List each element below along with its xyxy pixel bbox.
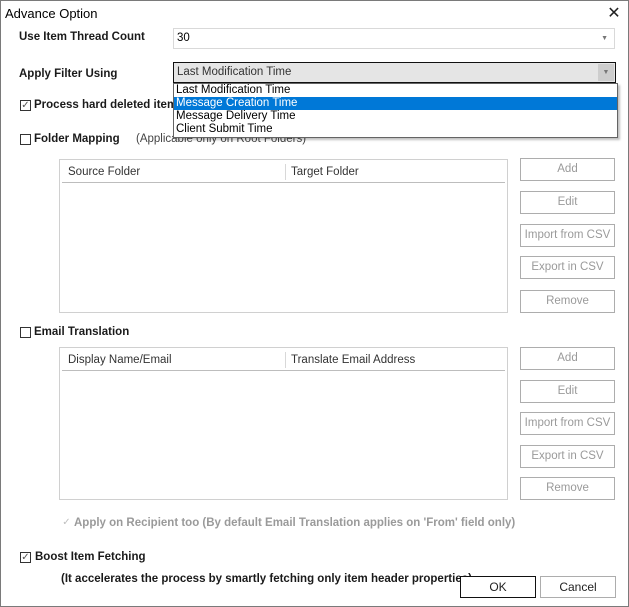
email-translation-checkbox[interactable] <box>20 327 31 338</box>
apply-filter-value: Last Modification Time <box>177 66 292 78</box>
thread-count-select[interactable]: 30 ▼ <box>173 28 615 49</box>
boost-label: Boost Item Fetching <box>35 551 146 563</box>
advance-option-dialog: Advance Option ✕ Use Item Thread Count 3… <box>0 0 629 607</box>
hard-deleted-label: Process hard deleted items <box>34 99 184 111</box>
folder-mapping-label: Folder Mapping <box>34 133 120 145</box>
folder-export-csv-button[interactable]: Export in CSV <box>520 256 615 279</box>
folder-edit-button[interactable]: Edit <box>520 191 615 214</box>
chevron-down-icon: ▼ <box>598 64 614 81</box>
email-translation-label: Email Translation <box>34 326 130 338</box>
grid-header: Source Folder Target Folder <box>62 162 505 183</box>
filter-option-client-submit-time[interactable]: Client Submit Time <box>174 123 617 136</box>
email-remove-button[interactable]: Remove <box>520 477 615 500</box>
boost-note: (It accelerates the process by smartly f… <box>61 573 472 585</box>
chevron-down-icon: ▼ <box>601 35 608 42</box>
thread-count-label: Use Item Thread Count <box>19 31 145 43</box>
filter-option-message-creation-time[interactable]: Message Creation Time <box>174 97 617 110</box>
column-translate-email-address[interactable]: Translate Email Address <box>285 350 505 370</box>
grid-header: Display Name/Email Translate Email Addre… <box>62 350 505 371</box>
dialog-title: Advance Option <box>5 6 98 21</box>
folder-mapping-checkbox[interactable] <box>20 134 31 145</box>
cancel-button[interactable]: Cancel <box>540 576 616 598</box>
folder-import-csv-button[interactable]: Import from CSV <box>520 224 615 247</box>
email-add-button[interactable]: Add <box>520 347 615 370</box>
folder-remove-button[interactable]: Remove <box>520 290 615 313</box>
column-target-folder[interactable]: Target Folder <box>285 162 505 182</box>
folder-mapping-grid[interactable]: Source Folder Target Folder <box>59 159 508 313</box>
email-export-csv-button[interactable]: Export in CSV <box>520 445 615 468</box>
email-edit-button[interactable]: Edit <box>520 380 615 403</box>
email-import-csv-button[interactable]: Import from CSV <box>520 412 615 435</box>
filter-option-last-modification-time[interactable]: Last Modification Time <box>174 84 617 97</box>
column-display-name-email[interactable]: Display Name/Email <box>62 350 284 370</box>
column-source-folder[interactable]: Source Folder <box>62 162 284 182</box>
apply-filter-select[interactable]: Last Modification Time ▼ <box>173 62 616 83</box>
hard-deleted-checkbox[interactable]: ✓ <box>20 100 31 111</box>
filter-option-message-delivery-time[interactable]: Message Delivery Time <box>174 110 617 123</box>
apply-filter-dropdown[interactable]: Last Modification Time Message Creation … <box>173 83 618 138</box>
close-icon[interactable]: ✕ <box>605 5 623 23</box>
boost-checkbox[interactable]: ✓ <box>20 552 31 563</box>
folder-add-button[interactable]: Add <box>520 158 615 181</box>
ok-button[interactable]: OK <box>460 576 536 598</box>
thread-count-value: 30 <box>177 32 190 44</box>
apply-recipient-label: Apply on Recipient too (By default Email… <box>74 517 516 529</box>
email-translation-grid[interactable]: Display Name/Email Translate Email Addre… <box>59 347 508 500</box>
apply-filter-label: Apply Filter Using <box>19 68 118 80</box>
apply-recipient-checkbox[interactable]: ✓ <box>61 518 72 529</box>
